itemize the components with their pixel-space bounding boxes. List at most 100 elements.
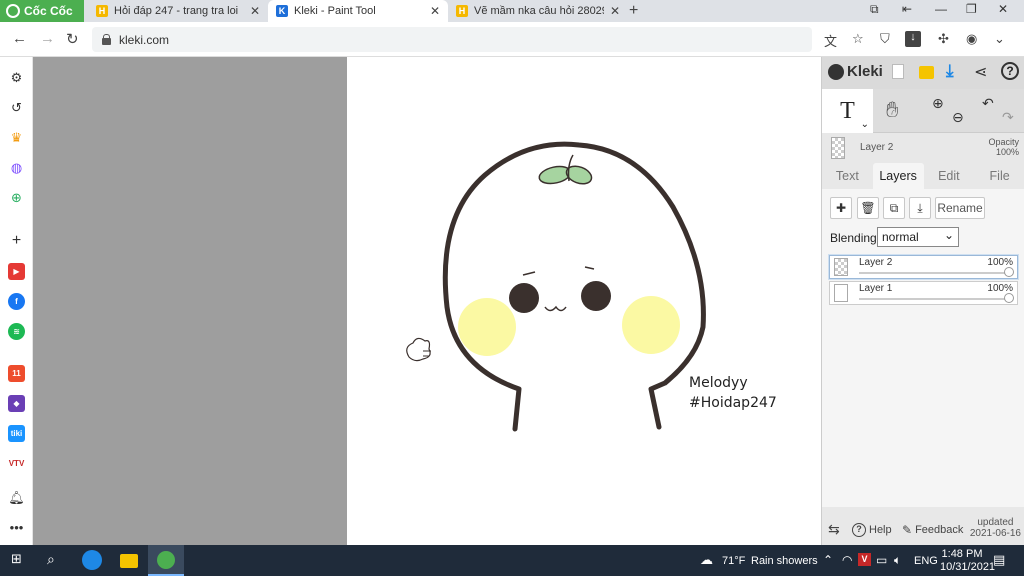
close-tab-icon[interactable]: ✕ (250, 4, 260, 18)
clock[interactable]: 1:48 PM 10/31/2021 (940, 548, 995, 574)
brow-left (522, 271, 536, 276)
redo-icon[interactable]: ↷ (1002, 109, 1014, 126)
battery-icon[interactable]: ▭ (876, 553, 887, 567)
settings-gear-icon[interactable]: ⚙ (8, 69, 25, 86)
brand-label: Cốc Cốc (24, 4, 73, 18)
undo-icon[interactable]: ↶ (982, 95, 994, 112)
help-icon[interactable]: ? (1001, 62, 1019, 80)
layer-name: Layer 1 (859, 283, 893, 294)
translate-icon[interactable]: 文 (824, 31, 837, 50)
swap-side-icon[interactable]: ⇆ (828, 521, 840, 538)
search-icon[interactable]: ⌕ (47, 551, 55, 568)
kleki-logo: Kleki (828, 63, 883, 80)
opacity-slider-track[interactable] (859, 272, 1011, 274)
feedback-button[interactable]: ✎ Feedback (902, 523, 963, 537)
tab-text[interactable]: Text (822, 163, 873, 189)
browser-tab-strip: Cốc Cốc H Hỏi đáp 247 - trang tra loi ✕ … (0, 0, 1024, 22)
signature-tag: #Hoidap247 (689, 395, 777, 411)
opacity-slider-handle[interactable] (1004, 293, 1014, 303)
share-icon[interactable]: ⋖ (974, 62, 987, 82)
minimize-to-tray-icon[interactable]: ⇤ (902, 2, 912, 16)
close-window-icon[interactable]: ✕ (998, 2, 1008, 16)
menu-icon[interactable]: ⌄ (994, 31, 1005, 47)
language-indicator[interactable]: ENG (914, 555, 938, 567)
notification-center-icon[interactable]: ▤ (993, 552, 1005, 568)
file-explorer-icon[interactable] (120, 554, 138, 568)
back-icon[interactable]: ← (12, 30, 27, 47)
tab-hoidap[interactable]: H Hỏi đáp 247 - trang tra loi ✕ (88, 0, 268, 22)
forward-icon[interactable]: → (40, 30, 55, 47)
reload-icon[interactable]: ↻ (66, 30, 79, 48)
shopee-icon[interactable]: 11 (8, 365, 25, 382)
layer-thumbnail (831, 137, 845, 159)
game-app-icon[interactable]: ◆ (8, 395, 25, 412)
add-sidebar-item-icon[interactable]: + (8, 232, 25, 249)
blending-select[interactable]: normal (877, 227, 959, 247)
windows-start-icon[interactable]: ⊞ (11, 551, 22, 567)
updated-date: 2021-06-16 (969, 528, 1021, 539)
clock-date: 10/31/2021 (940, 561, 996, 573)
minimize-icon[interactable]: — (935, 2, 947, 16)
history-icon[interactable]: ↺ (8, 99, 25, 116)
zoom-in-icon[interactable]: ⊕ (932, 95, 944, 112)
edge-icon[interactable] (82, 550, 102, 570)
tab-edit[interactable]: Edit (924, 163, 975, 189)
wifi-icon[interactable]: ◠ (842, 553, 852, 567)
layer-row-layer-2[interactable]: Layer 2 100% (829, 255, 1018, 279)
restore-icon[interactable]: ❐ (966, 2, 977, 16)
more-options-icon[interactable]: ••• (8, 519, 25, 536)
tiki-icon[interactable]: tiki (8, 425, 25, 442)
coccoc-brand-button[interactable]: Cốc Cốc (0, 0, 84, 22)
kleki-top-bar: Kleki ⤓ ⋖ ? (822, 57, 1024, 89)
opacity-slider-track[interactable] (859, 298, 1011, 300)
tab-ve-mam[interactable]: H Vẽ mầm nka câu hỏi 280291 ✕ (448, 0, 628, 22)
address-input[interactable]: kleki.com (92, 27, 812, 52)
rename-button[interactable]: Rename (935, 197, 985, 219)
game-controller-icon[interactable]: ⊕ (8, 189, 25, 206)
extensions-icon[interactable]: ✣ (938, 31, 949, 47)
new-image-icon[interactable] (892, 64, 904, 79)
new-tab-button[interactable]: + (629, 2, 638, 20)
crown-icon[interactable]: ♛ (8, 129, 25, 146)
volume-icon[interactable]: 🔈︎ (894, 553, 901, 568)
messenger-icon[interactable]: ◍ (8, 159, 25, 176)
merge-layer-button[interactable]: ⤓ (909, 197, 931, 219)
duplicate-layer-button[interactable]: ⧉ (883, 197, 905, 219)
tab-layers[interactable]: Layers (872, 163, 924, 189)
chevron-up-icon[interactable]: ⌃ (823, 553, 833, 567)
profile-icon[interactable]: ◉ (966, 31, 977, 47)
weather-temp[interactable]: 71°F (722, 555, 745, 567)
tab-file[interactable]: File (974, 163, 1024, 189)
download-icon[interactable]: ↓ (905, 31, 921, 47)
hoidap-icon: H (96, 5, 108, 17)
notification-bell-icon[interactable]: 🔔︎ (8, 489, 25, 506)
drawing-canvas[interactable]: Melodyy #Hoidap247 (347, 57, 821, 545)
spotify-icon[interactable]: ≋ (8, 323, 25, 340)
facebook-icon[interactable]: f (8, 293, 25, 310)
help-button[interactable]: ? Help (852, 523, 892, 537)
canvas-workspace[interactable]: Melodyy #Hoidap247 (33, 57, 821, 545)
shield-icon[interactable]: ⛉ (880, 31, 890, 47)
open-folder-icon[interactable] (919, 66, 934, 79)
opacity-slider-handle[interactable] (1004, 267, 1014, 277)
lock-icon (102, 34, 111, 45)
youtube-icon[interactable]: ▶ (8, 263, 25, 280)
vivaldi-tray-icon[interactable]: V (858, 553, 871, 566)
delete-layer-button[interactable]: 🗑︎ (857, 197, 879, 219)
layer-row-layer-1[interactable]: Layer 1 100% (829, 281, 1018, 305)
zoom-out-icon[interactable]: ⊖ (952, 109, 964, 126)
blending-label: Blending (830, 231, 877, 245)
close-tab-icon[interactable]: ✕ (610, 4, 620, 18)
close-tab-icon[interactable]: ✕ (430, 4, 440, 18)
bookmark-star-icon[interactable]: ☆ (852, 31, 864, 47)
screenshot-icon[interactable]: ⧉ (870, 2, 879, 17)
vtv-icon[interactable]: VTV (8, 455, 25, 472)
add-layer-button[interactable]: ✚ (830, 197, 852, 219)
coccoc-taskbar-button[interactable] (148, 545, 184, 576)
tab-kleki[interactable]: K Kleki - Paint Tool ✕ (268, 0, 448, 22)
weather-desc[interactable]: Rain showers (751, 555, 818, 567)
text-tool-button[interactable]: T ⌄ (822, 89, 873, 133)
tab-title: Hỏi đáp 247 - trang tra loi (114, 5, 239, 17)
hand-tool-icon[interactable]: ✋︎ (886, 97, 899, 123)
save-download-icon[interactable]: ⤓ (946, 61, 954, 81)
